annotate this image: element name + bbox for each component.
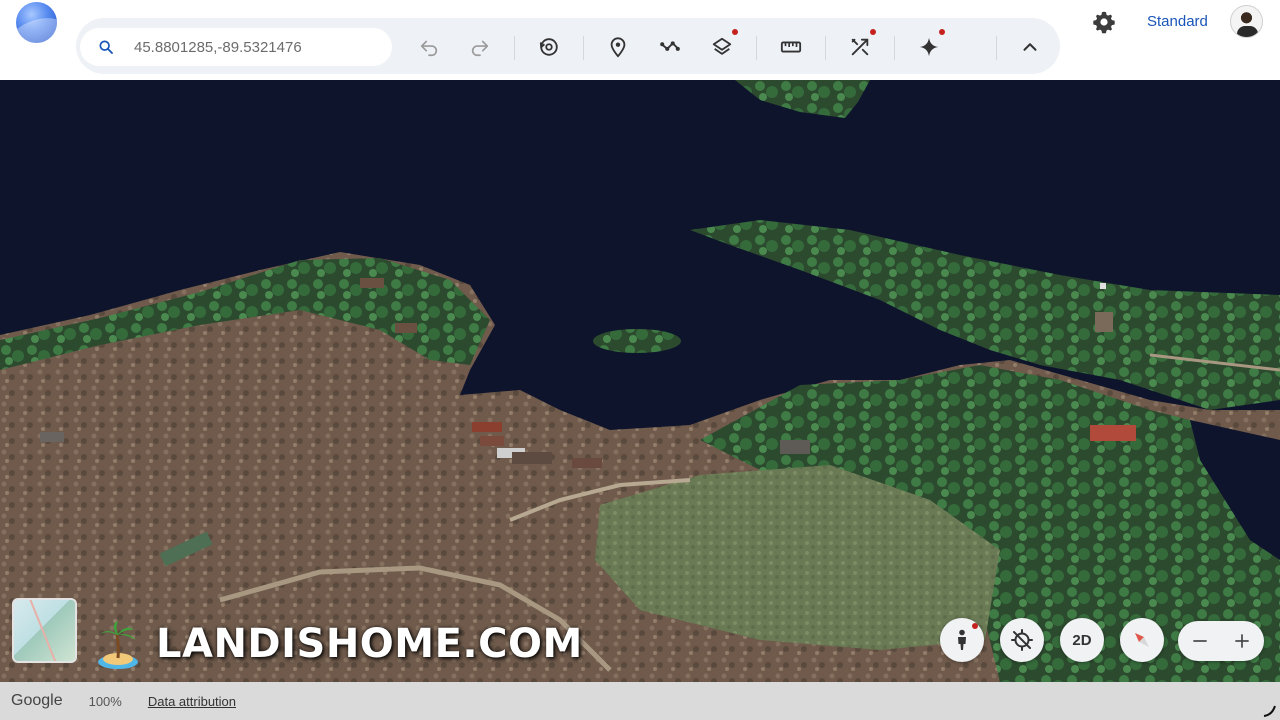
add-placemark-button[interactable] [603,32,633,62]
watermark: LANDISHOME.COM [96,616,583,672]
redo-icon [471,40,489,57]
avatar[interactable] [1230,5,1263,38]
history-icon [539,38,558,56]
minus-icon [1193,640,1207,642]
toolbar-divider [825,36,826,60]
toolbar-divider [894,36,895,60]
notification-dot [870,29,876,35]
watermark-text: LANDISHOME.COM [156,621,583,667]
compass-button[interactable] [1120,618,1164,662]
pegman-icon [958,629,966,650]
view-mode-label[interactable]: Standard [1147,13,1208,30]
notification-dot [972,623,978,629]
toggle-2d-button[interactable]: 2D [1060,618,1104,662]
toolbar-divider [756,36,757,60]
notification-dot [939,29,945,35]
historical-imagery-button[interactable] [534,32,564,62]
zoom-percentage: 100% [88,693,122,709]
google-earth-logo[interactable] [16,2,57,43]
map-view[interactable]: LANDISHOME.COM 2D [0,80,1280,682]
chevron-up-icon [1023,43,1037,51]
data-attribution-link[interactable]: Data attribution [148,694,236,709]
path-icon [660,41,680,51]
plus-icon [1235,634,1249,648]
street-view-button[interactable] [940,618,984,662]
zoom-out-button[interactable] [1188,629,1212,653]
toolbar-divider [514,36,515,60]
search-box[interactable] [80,28,392,66]
toolbar [76,18,1060,74]
search-icon [99,40,113,54]
my-location-button[interactable] [1000,618,1044,662]
toolbar-divider [996,36,997,60]
minimap-thumbnail[interactable] [12,598,77,663]
layers-icon [712,37,732,55]
tools-icon [851,38,869,56]
ai-features-button[interactable] [914,29,945,62]
resize-handle-icon[interactable] [1262,703,1276,717]
palm-island-icon [98,621,138,669]
toolbar-divider [583,36,584,60]
satellite-imagery [0,80,1280,682]
undo-icon [420,40,438,57]
place-pin-icon [610,37,626,58]
zoom-control [1178,621,1264,661]
toggle-2d-label: 2D [1072,631,1092,649]
zoom-in-button[interactable] [1230,629,1254,653]
sparkle-icon [919,37,939,57]
my-location-icon [1011,629,1033,651]
top-bar: Standard [0,0,1280,80]
redo-button[interactable] [465,32,495,62]
layers-button[interactable] [707,29,738,62]
add-path-button[interactable] [655,32,685,62]
search-input[interactable] [134,34,384,60]
notification-dot [732,29,738,35]
measure-ruler-icon [780,41,802,53]
status-bar: Google 100% Data attribution [0,682,1280,720]
gear-icon[interactable] [1092,10,1116,34]
compass-icon [1135,633,1149,647]
undo-button[interactable] [414,32,444,62]
google-wordmark: Google [11,692,63,709]
tools-button[interactable] [845,29,876,62]
collapse-toolbar-button[interactable] [1015,32,1045,62]
measure-button[interactable] [776,32,806,62]
